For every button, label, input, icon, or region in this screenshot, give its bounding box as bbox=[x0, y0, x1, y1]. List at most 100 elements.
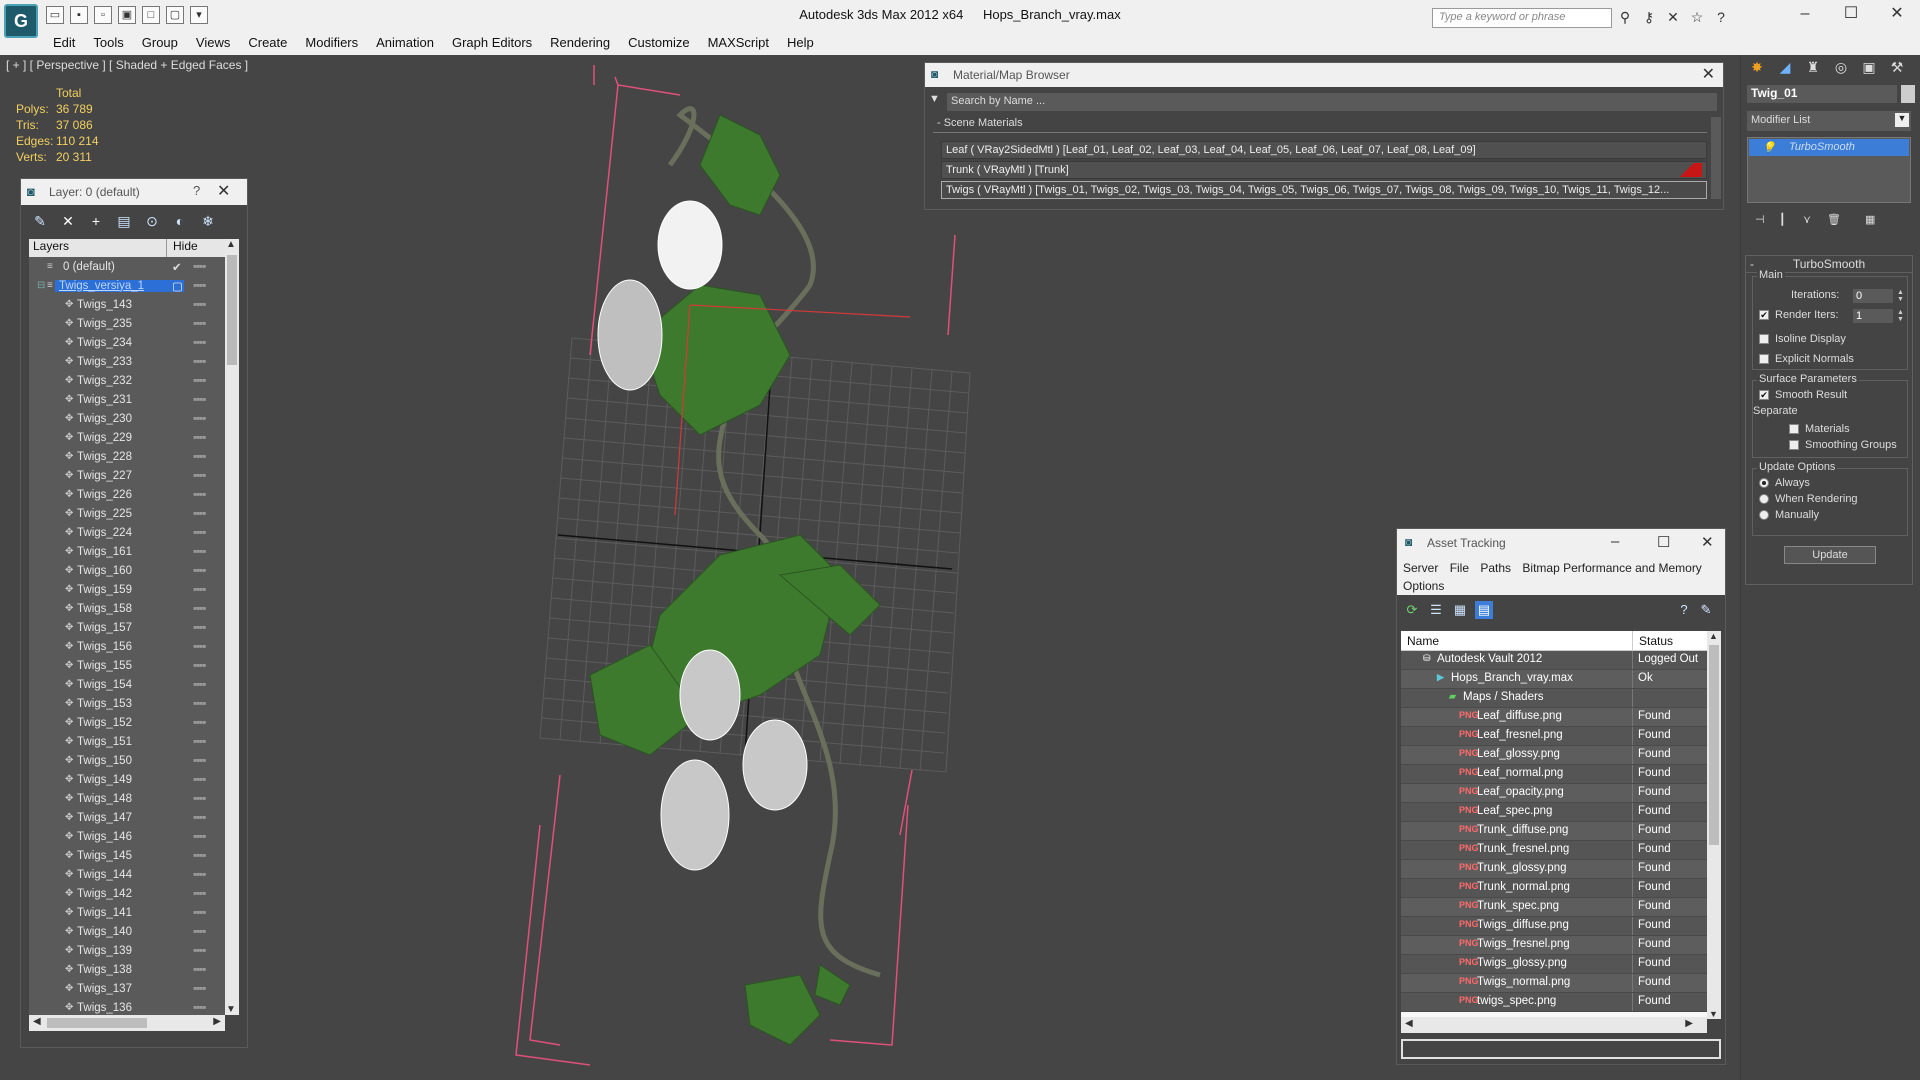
layer-item[interactable]: ✥ Twigs_158 ▪▪▪▪ bbox=[29, 599, 225, 618]
separate-smoothing-groups-checkbox[interactable]: Smoothing Groups bbox=[1789, 439, 1897, 451]
binoculars-icon[interactable]: ⚲ bbox=[1616, 8, 1634, 26]
hide-toggle[interactable]: ▪▪▪▪ bbox=[193, 774, 206, 786]
hide-toggle[interactable]: ▪▪▪▪ bbox=[193, 584, 206, 596]
hide-toggle[interactable]: ▪▪▪▪ bbox=[193, 527, 206, 539]
hide-toggle[interactable]: ▪▪▪▪ bbox=[193, 337, 206, 349]
menu-help[interactable]: Help bbox=[778, 33, 823, 55]
modifier-list-dropdown[interactable]: Modifier List ▼ bbox=[1747, 111, 1911, 131]
minimize-icon[interactable]: – bbox=[1782, 0, 1828, 30]
table-view-icon[interactable]: ▤ bbox=[1475, 601, 1493, 619]
layer-item[interactable]: ✥ Twigs_149 ▪▪▪▪ bbox=[29, 770, 225, 789]
hide-toggle[interactable]: ▪▪▪▪ bbox=[193, 964, 206, 976]
layer-item[interactable]: ✥ Twigs_140 ▪▪▪▪ bbox=[29, 922, 225, 941]
asset-row[interactable]: PNG Twigs_fresnel.png Found bbox=[1401, 936, 1707, 955]
layer-item[interactable]: ✥ Twigs_228 ▪▪▪▪ bbox=[29, 447, 225, 466]
add-to-layer-icon[interactable]: + bbox=[85, 211, 107, 231]
search-by-name-input[interactable]: Search by Name ... bbox=[947, 93, 1717, 111]
material-row-twigs[interactable]: Twigs ( VRayMtl ) [Twigs_01, Twigs_02, T… bbox=[941, 181, 1707, 199]
subscription-icon[interactable]: ✕ bbox=[1664, 8, 1682, 26]
make-unique-icon[interactable]: ⋎ bbox=[1803, 213, 1817, 227]
close-icon[interactable]: ✕ bbox=[1874, 0, 1920, 30]
key-icon[interactable]: ⚷ bbox=[1640, 8, 1658, 26]
hide-toggle[interactable]: ▪▪▪▪ bbox=[193, 261, 206, 273]
layer-item[interactable]: ✥ Twigs_136 ▪▪▪▪ bbox=[29, 998, 225, 1015]
hide-toggle[interactable]: ▪▪▪▪ bbox=[193, 451, 206, 463]
highlight-icon[interactable]: ✎ bbox=[1697, 601, 1715, 619]
scrollbar-thumb[interactable] bbox=[47, 1018, 147, 1028]
hide-toggle[interactable]: ▪▪▪▪ bbox=[193, 812, 206, 824]
layer-row-selected[interactable]: ⊟ ≡ Twigs_versiya_1 ▢ ▪▪▪▪ bbox=[29, 276, 225, 295]
project-folder-icon[interactable]: ▾ bbox=[190, 6, 208, 24]
layer-item[interactable]: ✥ Twigs_154 ▪▪▪▪ bbox=[29, 675, 225, 694]
hide-toggle[interactable]: ▪▪▪▪ bbox=[193, 413, 206, 425]
menu-group[interactable]: Group bbox=[133, 33, 187, 55]
spinner-arrows-icon[interactable]: ▲ ▼ bbox=[1897, 309, 1905, 323]
select-objects-icon[interactable]: ▤ bbox=[113, 211, 135, 231]
layer-item[interactable]: ✥ Twigs_141 ▪▪▪▪ bbox=[29, 903, 225, 922]
asset-row[interactable]: PNG Trunk_fresnel.png Found bbox=[1401, 841, 1707, 860]
menu-rendering[interactable]: Rendering bbox=[541, 33, 619, 55]
layer-list-horizontal-scrollbar[interactable]: ◀ ▶ bbox=[29, 1015, 225, 1031]
refresh-icon[interactable]: ⟳ bbox=[1403, 601, 1421, 619]
asset-row[interactable]: PNG Twigs_glossy.png Found bbox=[1401, 955, 1707, 974]
layer-item[interactable]: ✥ Twigs_160 ▪▪▪▪ bbox=[29, 561, 225, 580]
hide-toggle[interactable]: ▪▪▪▪ bbox=[193, 318, 206, 330]
status-column-header[interactable]: Status bbox=[1633, 631, 1679, 650]
scroll-down-icon[interactable]: ▼ bbox=[1709, 1009, 1718, 1019]
menu-animation[interactable]: Animation bbox=[367, 33, 443, 55]
separate-materials-checkbox[interactable]: Materials bbox=[1789, 423, 1850, 435]
hide-toggle[interactable]: ▪▪▪▪ bbox=[193, 926, 206, 938]
help-icon[interactable]: ? bbox=[1675, 601, 1693, 619]
asset-row[interactable]: PNG Leaf_spec.png Found bbox=[1401, 803, 1707, 822]
utilities-tab-icon[interactable]: ⚒ bbox=[1887, 59, 1907, 77]
isoline-display-checkbox[interactable]: Isoline Display bbox=[1759, 333, 1846, 345]
hide-toggle[interactable]: ▪▪▪▪ bbox=[193, 470, 206, 482]
pin-stack-icon[interactable]: ⊣ bbox=[1755, 213, 1769, 227]
hide-toggle[interactable]: ▪▪▪▪ bbox=[193, 945, 206, 957]
hide-toggle[interactable]: ▪▪▪▪ bbox=[193, 736, 206, 748]
menu-edit[interactable]: Edit bbox=[44, 33, 84, 55]
menu-maxscript[interactable]: MAXScript bbox=[699, 33, 778, 55]
asset-path-status-field[interactable] bbox=[1401, 1039, 1721, 1059]
hide-toggle[interactable]: ▪▪▪▪ bbox=[193, 565, 206, 577]
asset-row[interactable]: PNG Twigs_diffuse.png Found bbox=[1401, 917, 1707, 936]
hide-toggle[interactable]: ▪▪▪▪ bbox=[193, 489, 206, 501]
open-file-icon[interactable]: ▭ bbox=[46, 6, 64, 24]
object-name-field[interactable]: Twig_01 bbox=[1747, 85, 1897, 103]
hide-toggle[interactable]: ▪▪▪▪ bbox=[193, 888, 206, 900]
hide-toggle[interactable]: ▪▪▪▪ bbox=[193, 755, 206, 767]
layer-item[interactable]: ✥ Twigs_143 ▪▪▪▪ bbox=[29, 295, 225, 314]
layer-item[interactable]: ✥ Twigs_233 ▪▪▪▪ bbox=[29, 352, 225, 371]
hide-toggle[interactable]: ▪▪▪▪ bbox=[193, 698, 206, 710]
stack-item-turbosmooth[interactable]: 💡 TurboSmooth bbox=[1749, 139, 1909, 156]
layer-item[interactable]: ✥ Twigs_234 ▪▪▪▪ bbox=[29, 333, 225, 352]
layer-item[interactable]: ✥ Twigs_157 ▪▪▪▪ bbox=[29, 618, 225, 637]
menu-paths[interactable]: Paths bbox=[1480, 561, 1511, 575]
layer-item[interactable]: ✥ Twigs_232 ▪▪▪▪ bbox=[29, 371, 225, 390]
material-list-scrollbar[interactable] bbox=[1711, 117, 1721, 199]
material-row-leaf[interactable]: Leaf ( VRay2SidedMtl ) [Leaf_01, Leaf_02… bbox=[941, 141, 1707, 159]
hide-toggle[interactable]: ▪▪▪▪ bbox=[193, 660, 206, 672]
highlight-layer-icon[interactable]: ⊙ bbox=[141, 211, 163, 231]
asset-row[interactable]: PNG Trunk_diffuse.png Found bbox=[1401, 822, 1707, 841]
spinner-arrows-icon[interactable]: ▲ ▼ bbox=[1897, 289, 1905, 303]
scroll-right-icon[interactable]: ▶ bbox=[1685, 1018, 1693, 1029]
smooth-result-checkbox[interactable]: ✔ Smooth Result bbox=[1759, 389, 1847, 401]
freeze-all-icon[interactable]: ❄ bbox=[197, 211, 219, 231]
menu-file[interactable]: File bbox=[1450, 561, 1469, 575]
list-view-icon[interactable]: ☰ bbox=[1427, 601, 1445, 619]
layer-row-default[interactable]: ≡ 0 (default) ✔ ▪▪▪▪ bbox=[29, 257, 225, 276]
layer-item[interactable]: ✥ Twigs_148 ▪▪▪▪ bbox=[29, 789, 225, 808]
asset-row[interactable]: ▶ Hops_Branch_vray.max Ok bbox=[1401, 670, 1707, 689]
scroll-down-icon[interactable]: ▼ bbox=[226, 1004, 236, 1015]
redo-icon[interactable]: ▣ bbox=[118, 6, 136, 24]
layer-item[interactable]: ✥ Twigs_152 ▪▪▪▪ bbox=[29, 713, 225, 732]
layer-item[interactable]: ✥ Twigs_229 ▪▪▪▪ bbox=[29, 428, 225, 447]
hide-toggle[interactable]: ▪▪▪▪ bbox=[193, 679, 206, 691]
layer-item[interactable]: ✥ Twigs_225 ▪▪▪▪ bbox=[29, 504, 225, 523]
hierarchy-tab-icon[interactable]: ♜ bbox=[1803, 59, 1823, 77]
maximize-icon[interactable]: ☐ bbox=[1828, 0, 1874, 30]
asset-row[interactable]: PNG Leaf_glossy.png Found bbox=[1401, 746, 1707, 765]
asset-row[interactable]: ⛁ Autodesk Vault 2012 Logged Out bbox=[1401, 651, 1707, 670]
name-column-header[interactable]: Name bbox=[1401, 631, 1633, 650]
